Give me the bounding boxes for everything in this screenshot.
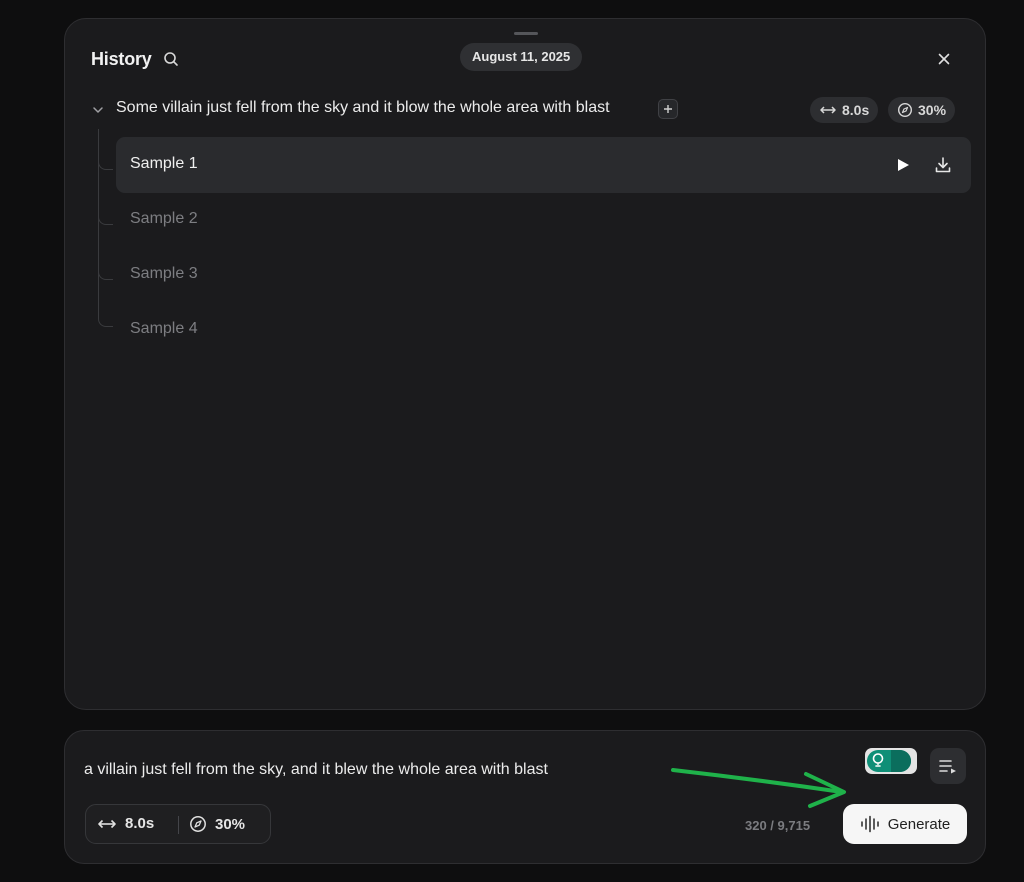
sample-label: Sample 4 <box>130 320 198 337</box>
compass-icon <box>190 816 206 832</box>
influence-setting[interactable]: 30% <box>189 815 245 833</box>
duration-value: 8.0s <box>125 815 155 832</box>
waveform-icon <box>860 815 879 833</box>
settings-divider <box>178 816 179 834</box>
duration-setting[interactable]: 8.0s <box>97 815 154 832</box>
sample-row-1[interactable]: Sample 1 <box>116 137 971 193</box>
history-duration-value: 8.0s <box>842 102 870 118</box>
history-entry-prompt[interactable]: Some villain just fell from the sky and … <box>116 99 610 117</box>
tree-branch <box>98 269 113 280</box>
history-duration-chip: 8.0s <box>810 97 879 123</box>
sample-label: Sample 3 <box>130 265 198 282</box>
sample-label: Sample 2 <box>130 210 198 227</box>
prompt-assist-toggle[interactable] <box>865 748 917 774</box>
arrows-horizontal-icon <box>98 819 116 828</box>
date-chip: August 11, 2025 <box>460 43 583 71</box>
compass-icon <box>897 102 913 118</box>
history-title: History <box>91 49 152 69</box>
sample-row-3[interactable]: Sample 3 <box>116 247 971 303</box>
play-icon[interactable] <box>896 158 910 172</box>
chevron-down-icon[interactable] <box>91 103 105 117</box>
tree-branch <box>98 214 113 225</box>
list-arrow-icon <box>939 760 956 774</box>
generation-settings[interactable]: 8.0s 30% <box>85 804 271 844</box>
close-icon[interactable] <box>937 52 951 66</box>
tree-branch <box>98 159 113 170</box>
sample-row-2[interactable]: Sample 2 <box>116 192 971 248</box>
lightbulb-icon <box>872 753 884 767</box>
history-influence-chip: 30% <box>888 97 956 123</box>
tree-branch <box>98 316 113 327</box>
history-panel: History August 11, 2025 Some villain jus… <box>64 18 986 710</box>
history-influence-value: 30% <box>918 102 947 118</box>
options-button[interactable] <box>930 748 966 784</box>
prompt-input[interactable]: a villain just fell from the sky, and it… <box>84 761 548 779</box>
sample-row-4[interactable]: Sample 4 <box>116 302 971 358</box>
drag-handle[interactable] <box>514 32 538 35</box>
sample-label: Sample 1 <box>130 155 198 172</box>
search-icon[interactable] <box>163 51 179 67</box>
download-icon[interactable] <box>934 156 952 174</box>
character-count: 320 / 9,715 <box>745 818 811 833</box>
influence-value: 30% <box>215 815 246 833</box>
toggle-half <box>891 750 911 772</box>
generate-label: Generate <box>887 815 951 833</box>
generate-button[interactable]: Generate <box>843 804 967 844</box>
arrows-horizontal-icon <box>820 106 836 114</box>
plus-icon[interactable] <box>658 99 678 119</box>
tree-line <box>98 129 99 319</box>
prompt-composer: a villain just fell from the sky, and it… <box>64 730 986 864</box>
